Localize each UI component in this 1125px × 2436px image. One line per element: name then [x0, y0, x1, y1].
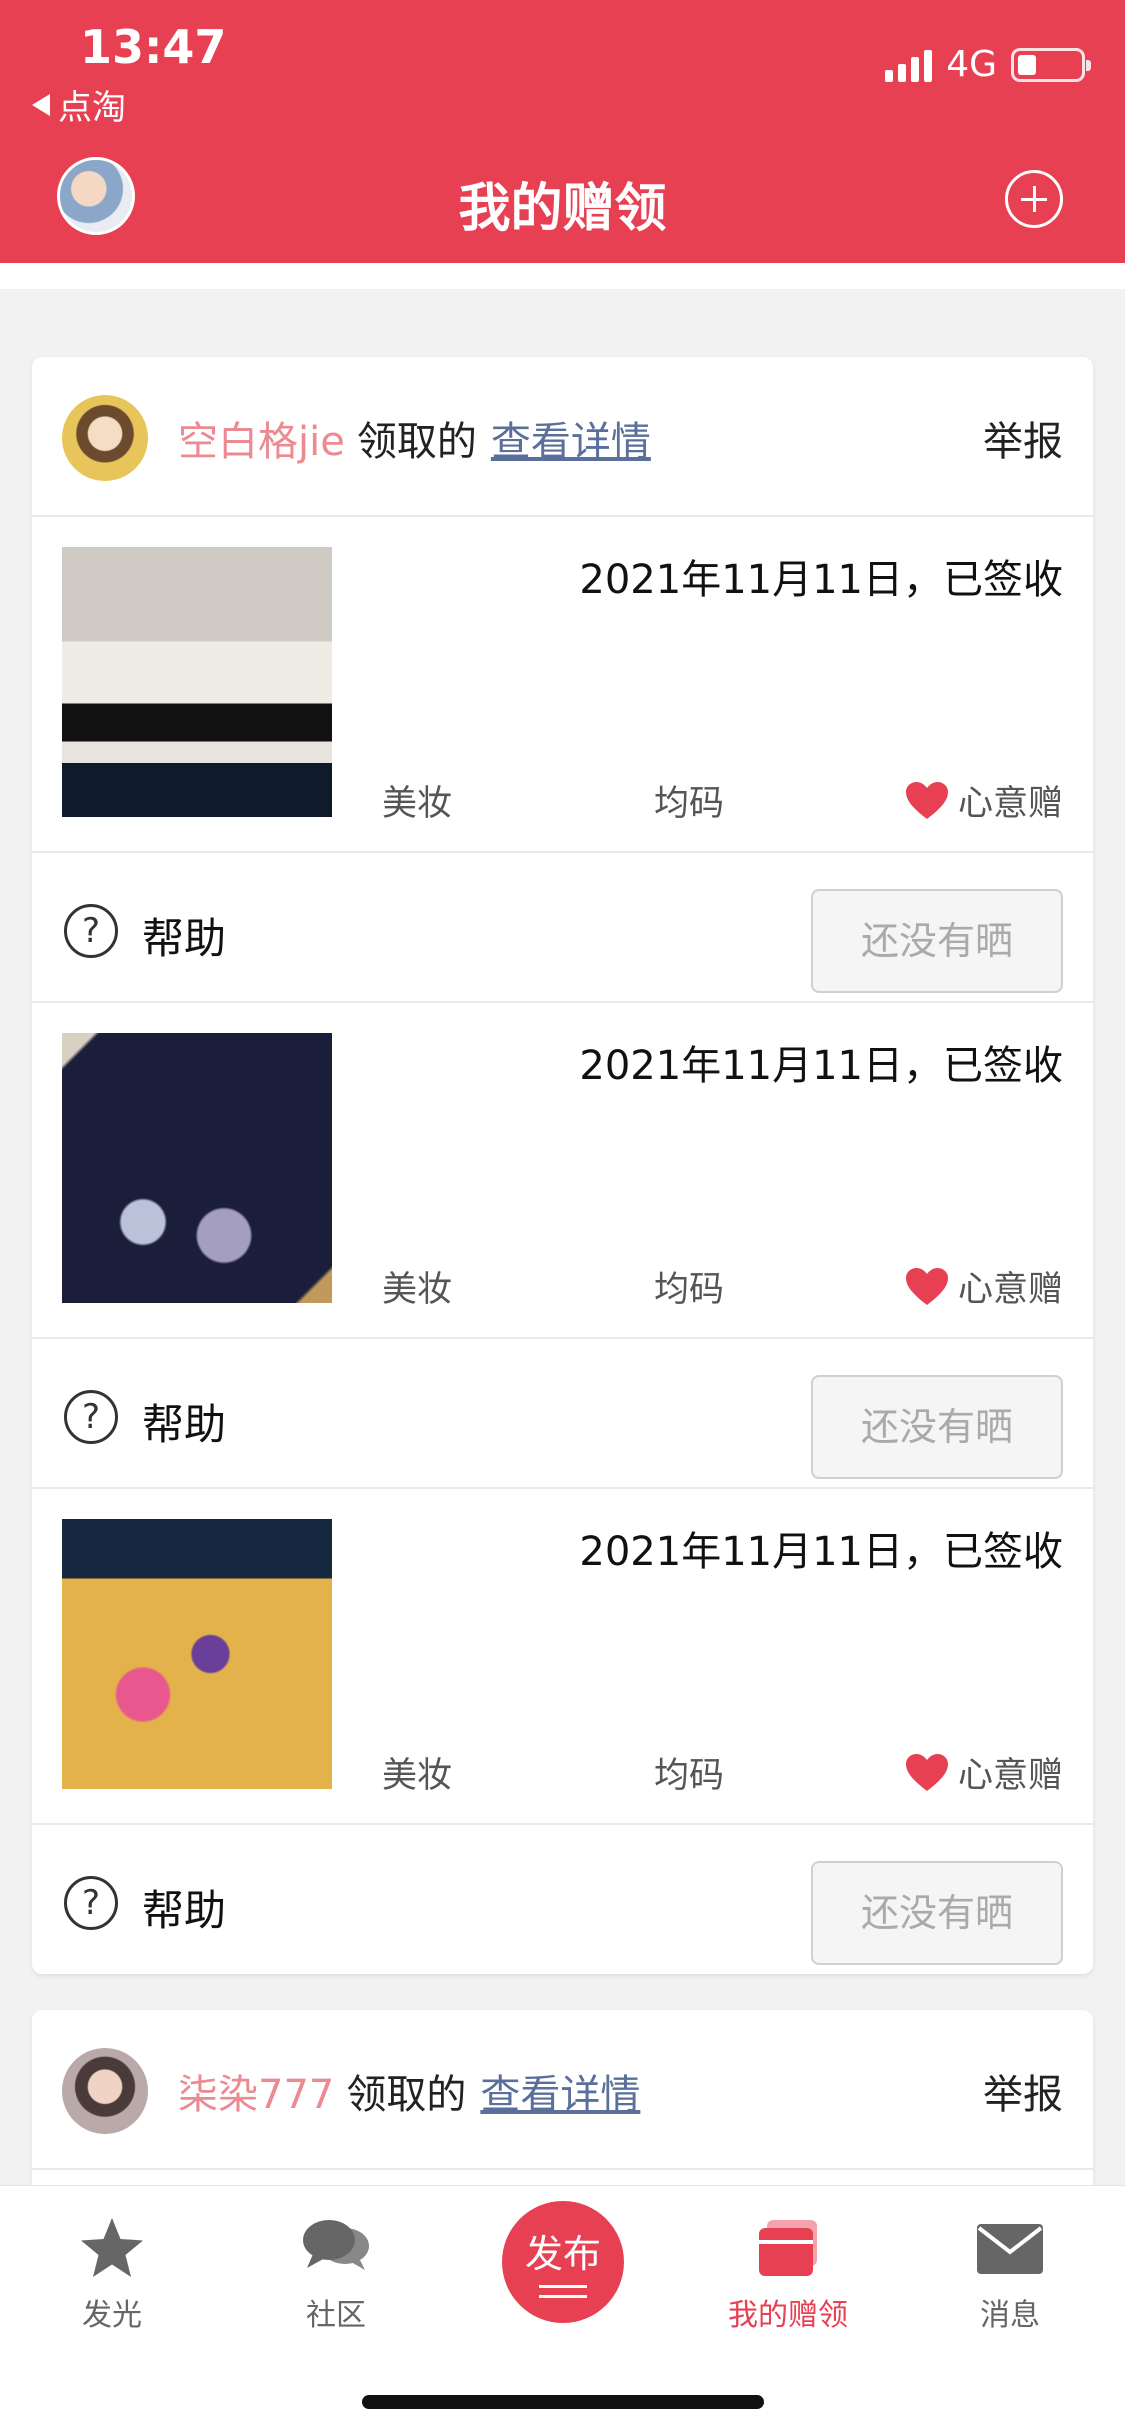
item-category: 美妆	[382, 784, 453, 824]
gift-item[interactable]: 2021年11月11日，已签收 美妆 均码 心意赠	[32, 1003, 1093, 1339]
item-date-status: 2021年11月11日，已签收	[579, 1043, 1063, 1089]
gift-type-label: 心意赠	[957, 1270, 1063, 1310]
username[interactable]: 空白格jie	[178, 409, 345, 467]
item-size: 均码	[654, 784, 725, 824]
item-actions: ? 帮助 还没有晒	[32, 853, 1093, 1003]
claimed-label: 领取的	[356, 419, 477, 465]
help-link[interactable]: 帮助	[142, 1391, 226, 1452]
home-indicator[interactable]	[362, 2395, 764, 2409]
battery-icon	[1011, 47, 1091, 82]
publish-button[interactable]: 发布	[502, 2201, 624, 2323]
gift-type-label: 心意赠	[957, 784, 1063, 824]
back-arrow-icon	[32, 93, 50, 116]
item-size: 均码	[654, 1270, 725, 1310]
item-actions: ? 帮助 还没有晒	[32, 1339, 1093, 1489]
report-button[interactable]: 举报	[983, 2062, 1063, 2120]
page-title: 我的赠领	[458, 179, 667, 239]
status-time: 13:47	[80, 20, 227, 74]
status-indicators: 4G	[885, 44, 1091, 85]
heart-icon	[905, 781, 948, 819]
gift-box-icon	[753, 2216, 823, 2280]
item-category: 美妆	[382, 1756, 453, 1796]
view-details-link[interactable]: 查看详情	[480, 2062, 640, 2120]
app-header: 13:47 点淘 4G 我的赠领	[0, 0, 1125, 263]
tab-label: 我的赠领	[728, 2298, 848, 2333]
gift-type: 心意赠	[904, 1747, 1063, 1798]
publish-label: 发布	[524, 2232, 601, 2276]
user-avatar[interactable]	[62, 395, 148, 481]
publish-icon	[539, 2285, 587, 2298]
signal-icon	[885, 48, 933, 82]
item-actions: ? 帮助 还没有晒	[32, 1825, 1093, 1974]
gift-type: 心意赠	[904, 1261, 1063, 1312]
username[interactable]: 柒染777	[178, 2062, 334, 2120]
user-avatar[interactable]	[62, 2048, 148, 2134]
claimed-label: 领取的	[346, 2072, 467, 2118]
tab-label: 发光	[82, 2298, 142, 2333]
report-button[interactable]: 举报	[983, 409, 1063, 467]
heart-icon	[905, 1267, 948, 1305]
header-divider	[0, 263, 1125, 289]
gift-type-label: 心意赠	[957, 1756, 1063, 1796]
add-button[interactable]	[1005, 170, 1063, 228]
gift-item[interactable]: 2021年11月11日，已签收 美妆 均码 心意赠	[32, 1489, 1093, 1825]
not-shared-button[interactable]: 还没有晒	[811, 1375, 1063, 1479]
chat-icon	[301, 2216, 371, 2280]
claim-card: 空白格jie 领取的 查看详情 举报 2021年11月11日，已签收 美妆 均码…	[32, 357, 1093, 1974]
help-link[interactable]: 帮助	[142, 1877, 226, 1938]
question-icon[interactable]: ?	[64, 904, 118, 958]
heart-icon	[905, 1753, 948, 1791]
not-shared-button[interactable]: 还没有晒	[811, 1861, 1063, 1965]
item-date-status: 2021年11月11日，已签收	[579, 557, 1063, 603]
tab-my-claims[interactable]: 我的赠领	[708, 2216, 868, 2334]
card-header: 柒染777 领取的 查看详情 举报	[32, 2010, 1093, 2170]
not-shared-button[interactable]: 还没有晒	[811, 889, 1063, 993]
card-header: 空白格jie 领取的 查看详情 举报	[32, 357, 1093, 517]
question-icon[interactable]: ?	[64, 1390, 118, 1444]
item-size: 均码	[654, 1756, 725, 1796]
network-label: 4G	[946, 44, 997, 85]
tab-label: 消息	[980, 2298, 1040, 2333]
gift-type: 心意赠	[904, 775, 1063, 826]
item-date-status: 2021年11月11日，已签收	[579, 1529, 1063, 1575]
tab-label: 社区	[306, 2298, 366, 2333]
help-link[interactable]: 帮助	[142, 905, 226, 966]
gift-item[interactable]: 2021年11月11日，已签收 美妆 均码 心意赠	[32, 517, 1093, 853]
star-icon	[77, 2216, 147, 2280]
question-icon[interactable]: ?	[64, 1876, 118, 1930]
item-category: 美妆	[382, 1270, 453, 1310]
mail-icon	[975, 2216, 1045, 2280]
product-image[interactable]	[62, 547, 332, 817]
tab-messages[interactable]: 消息	[930, 2216, 1090, 2334]
product-image[interactable]	[62, 1033, 332, 1303]
product-image[interactable]	[62, 1519, 332, 1789]
tab-glow[interactable]: 发光	[32, 2216, 192, 2334]
back-app-label: 点淘	[58, 88, 126, 128]
tab-community[interactable]: 社区	[256, 2216, 416, 2334]
back-to-app[interactable]: 点淘	[32, 80, 126, 129]
view-details-link[interactable]: 查看详情	[491, 409, 651, 467]
